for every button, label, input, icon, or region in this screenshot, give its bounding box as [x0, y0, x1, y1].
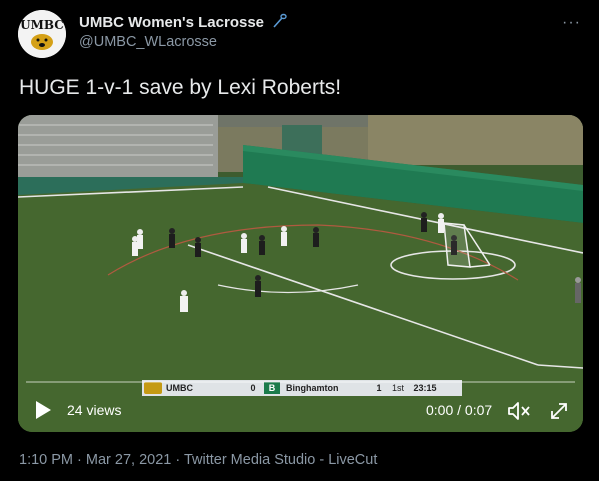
video-player[interactable]: UMBC 0 B Binghamton 1 1st 23:15 24 views… [18, 115, 583, 432]
away-score: 1 [376, 383, 382, 393]
period: 1st [391, 383, 404, 393]
away-team: Binghamton [286, 383, 339, 393]
game-clock: 23:15 [413, 383, 437, 393]
fullscreen-button[interactable] [547, 399, 571, 428]
expand-icon [551, 403, 567, 419]
display-name[interactable]: UMBC Women's Lacrosse [79, 13, 287, 31]
umbc-logo [144, 382, 162, 394]
view-count: 24 views [67, 402, 122, 418]
display-name-text: UMBC Women's Lacrosse [79, 14, 265, 31]
video-progress-bar[interactable] [26, 381, 575, 383]
home-score: 0 [250, 383, 256, 393]
play-icon [36, 401, 51, 419]
svg-text:UMBC: UMBC [20, 18, 64, 32]
video-time: 0:00 / 0:07 [426, 402, 493, 418]
avatar-logo-text: UMBC [20, 18, 64, 32]
volume-button[interactable] [506, 399, 532, 428]
home-team: UMBC [166, 383, 193, 393]
tweet-text: HUGE 1-v-1 save by Lexi Roberts! [19, 76, 342, 99]
binghamton-logo: B [264, 382, 280, 394]
tweet-metadata[interactable]: 1:10 PM · Mar 27, 2021 · Twitter Media S… [19, 452, 377, 468]
lacrosse-stick-icon [273, 13, 287, 28]
play-button[interactable] [32, 398, 54, 427]
more-options-icon[interactable]: ··· [562, 14, 581, 32]
user-handle[interactable]: @UMBC_WLacrosse [79, 34, 217, 50]
speaker-muted-icon [508, 402, 530, 420]
avatar[interactable]: UMBC [18, 10, 66, 58]
